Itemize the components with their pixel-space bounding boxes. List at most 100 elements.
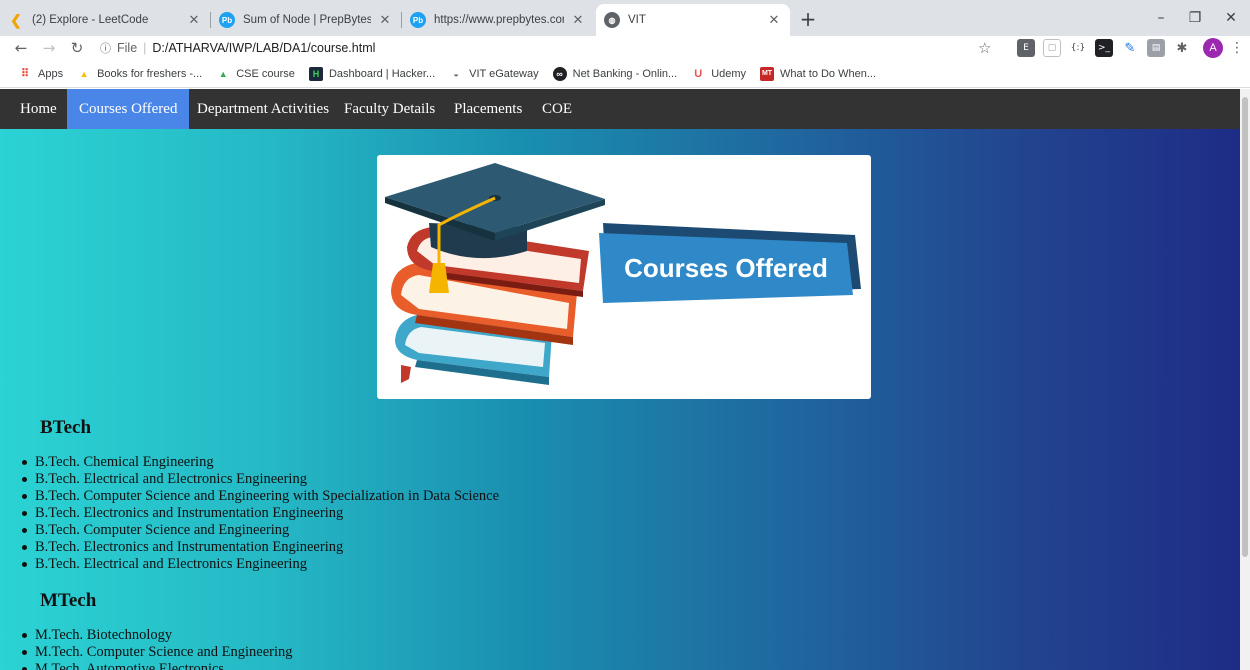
info-icon[interactable]: ⓘ (100, 40, 111, 56)
page-scrollbar[interactable] (1240, 89, 1250, 670)
profile-avatar[interactable]: A (1203, 38, 1223, 58)
close-tab-icon[interactable]: ✕ (766, 12, 782, 28)
bookmark-label: Dashboard | Hacker... (328, 67, 436, 80)
list-item: B.Tech. Electrical and Electronics Engin… (22, 471, 307, 488)
list-item: B.Tech. Chemical Engineering (22, 454, 214, 471)
close-tab-icon[interactable]: ✕ (186, 12, 202, 28)
course-name: M.Tech. Computer Science and Engineering (35, 644, 293, 660)
course-name: B.Tech. Electronics and Instrumentation … (35, 505, 344, 521)
bullet (22, 528, 27, 533)
bookmark-label: Books for freshers -... (97, 67, 203, 80)
extension-json-icon[interactable]: {:} (1069, 39, 1087, 57)
bullet (22, 650, 27, 655)
bookmark-udemy[interactable]: U Udemy (691, 67, 746, 81)
nav-coe[interactable]: COE (530, 89, 584, 129)
prepbytes-icon: Pb (219, 12, 235, 28)
books-graduation-illustration: Courses Offered (385, 163, 861, 385)
bookmark-label: Net Banking - Onlin... (572, 67, 678, 80)
bookmark-label: What to Do When... (780, 67, 877, 80)
menu-kebab-icon[interactable]: ⋮ (1230, 38, 1244, 58)
list-item: B.Tech. Computer Science and Engineering… (22, 488, 499, 505)
address-bar[interactable]: ⓘ File | D:/ATHARVA/IWP/LAB/DA1/course.h… (100, 38, 1000, 58)
nav-department-activities[interactable]: Department Activities (185, 89, 341, 129)
tab-title: (2) Explore - LeetCode (32, 14, 149, 26)
bullet (22, 633, 27, 638)
back-icon[interactable]: ← (10, 38, 32, 58)
list-item: B.Tech. Computer Science and Engineering (22, 522, 289, 539)
bookmark-vit-egateway[interactable]: ◒ VIT eGateway (449, 67, 539, 81)
bullet (22, 545, 27, 550)
bookmark-apps[interactable]: ⠿ Apps (18, 67, 63, 81)
close-window-icon[interactable]: ✕ (1216, 6, 1246, 30)
browser-toolbar: ← → ↻ ⓘ File | D:/ATHARVA/IWP/LAB/DA1/co… (0, 36, 1250, 60)
hero-banner-text: Courses Offered (624, 253, 828, 283)
bookmark-label: Udemy (711, 67, 747, 80)
reload-icon[interactable]: ↻ (66, 38, 88, 58)
bookmark-cse-course[interactable]: ▲ CSE course (216, 67, 295, 81)
courses-hero-image: Courses Offered (377, 155, 871, 399)
bookmark-label: VIT eGateway (469, 67, 539, 80)
list-item: M.Tech. Computer Science and Engineering (22, 644, 293, 661)
extension-page-icon[interactable]: ▢ (1043, 39, 1061, 57)
course-name: M.Tech. Automotive Electronics (35, 661, 225, 670)
mt-icon: MT (760, 66, 775, 81)
extension-window-icon[interactable]: ▤ (1147, 39, 1165, 57)
address-divider: | (143, 41, 147, 55)
bookmark-books[interactable]: ▲ Books for freshers -... (77, 67, 203, 81)
tab-prepbytes-sum[interactable]: Pb Sum of Node | PrepBytes ✕ (211, 4, 401, 36)
hackerrank-icon: H (308, 66, 323, 81)
restore-icon[interactable]: ❐ (1180, 6, 1210, 30)
bookmark-hackerrank[interactable]: H Dashboard | Hacker... (308, 66, 436, 81)
extension-terminal-icon[interactable]: >_ (1095, 39, 1113, 57)
close-tab-icon[interactable]: ✕ (570, 12, 586, 28)
extensions-puzzle-icon[interactable]: ✱ (1173, 39, 1191, 57)
list-item: B.Tech. Electronics and Instrumentation … (22, 539, 343, 556)
nav-home[interactable]: Home (8, 89, 69, 129)
bank-icon: ∞ (552, 66, 567, 81)
apps-grid-icon: ⠿ (20, 68, 30, 80)
tab-title: Sum of Node | PrepBytes (243, 14, 371, 26)
forward-icon[interactable]: → (38, 38, 60, 58)
tab-strip: ❮ (2) Explore - LeetCode ✕ Pb Sum of Nod… (0, 0, 1250, 36)
course-name: B.Tech. Electronics and Instrumentation … (35, 539, 344, 555)
close-tab-icon[interactable]: ✕ (377, 12, 393, 28)
course-name: B.Tech. Electrical and Electronics Engin… (35, 556, 307, 572)
bookmark-what-to-do[interactable]: MT What to Do When... (760, 66, 877, 81)
tab-leetcode[interactable]: ❮ (2) Explore - LeetCode ✕ (0, 4, 210, 36)
tab-vit[interactable]: ◍ VIT ✕ (596, 4, 790, 36)
list-item: M.Tech. Automotive Electronics (22, 661, 224, 670)
site-nav: Home Courses Offered Department Activiti… (0, 89, 1240, 129)
address-path: D:/ATHARVA/IWP/LAB/DA1/course.html (152, 41, 376, 55)
bookmark-star-icon[interactable]: ☆ (978, 38, 991, 58)
tab-prepbytes-url[interactable]: Pb https://www.prepbytes.com/pane ✕ (402, 4, 594, 36)
course-name: B.Tech. Electrical and Electronics Engin… (35, 471, 307, 487)
extension-pen-icon[interactable]: ✎ (1121, 39, 1139, 57)
google-drive-icon: ▲ (218, 68, 228, 79)
bullet (22, 494, 27, 499)
prepbytes-icon: Pb (410, 12, 426, 28)
nav-faculty-details[interactable]: Faculty Details (332, 89, 447, 129)
nav-courses-offered[interactable]: Courses Offered (67, 89, 190, 129)
minimize-icon[interactable]: – (1146, 6, 1176, 30)
section-heading-btech: BTech (40, 417, 92, 438)
udemy-icon: U (694, 67, 703, 80)
leetcode-icon: ❮ (10, 11, 22, 28)
section-heading-mtech: MTech (40, 590, 97, 611)
scrollbar-thumb[interactable] (1242, 97, 1248, 557)
new-tab-button[interactable]: + (796, 8, 820, 32)
address-scheme: File (117, 41, 138, 55)
list-item: B.Tech. Electronics and Instrumentation … (22, 505, 343, 522)
bullet (22, 460, 27, 465)
bullet (22, 477, 27, 482)
extension-e-icon[interactable]: E (1017, 39, 1035, 57)
tab-title: VIT (628, 14, 646, 26)
bookmarks-bar: ⠿ Apps ▲ Books for freshers -... ▲ CSE c… (0, 60, 1250, 88)
nav-placements[interactable]: Placements (442, 89, 534, 129)
course-name: B.Tech. Chemical Engineering (35, 454, 214, 470)
bookmark-net-banking[interactable]: ∞ Net Banking - Onlin... (552, 66, 678, 81)
bullet (22, 562, 27, 567)
google-drive-icon: ▲ (79, 68, 89, 79)
list-item: B.Tech. Electrical and Electronics Engin… (22, 556, 307, 573)
bookmark-label: CSE course (236, 67, 295, 80)
course-name: M.Tech. Biotechnology (35, 627, 173, 643)
